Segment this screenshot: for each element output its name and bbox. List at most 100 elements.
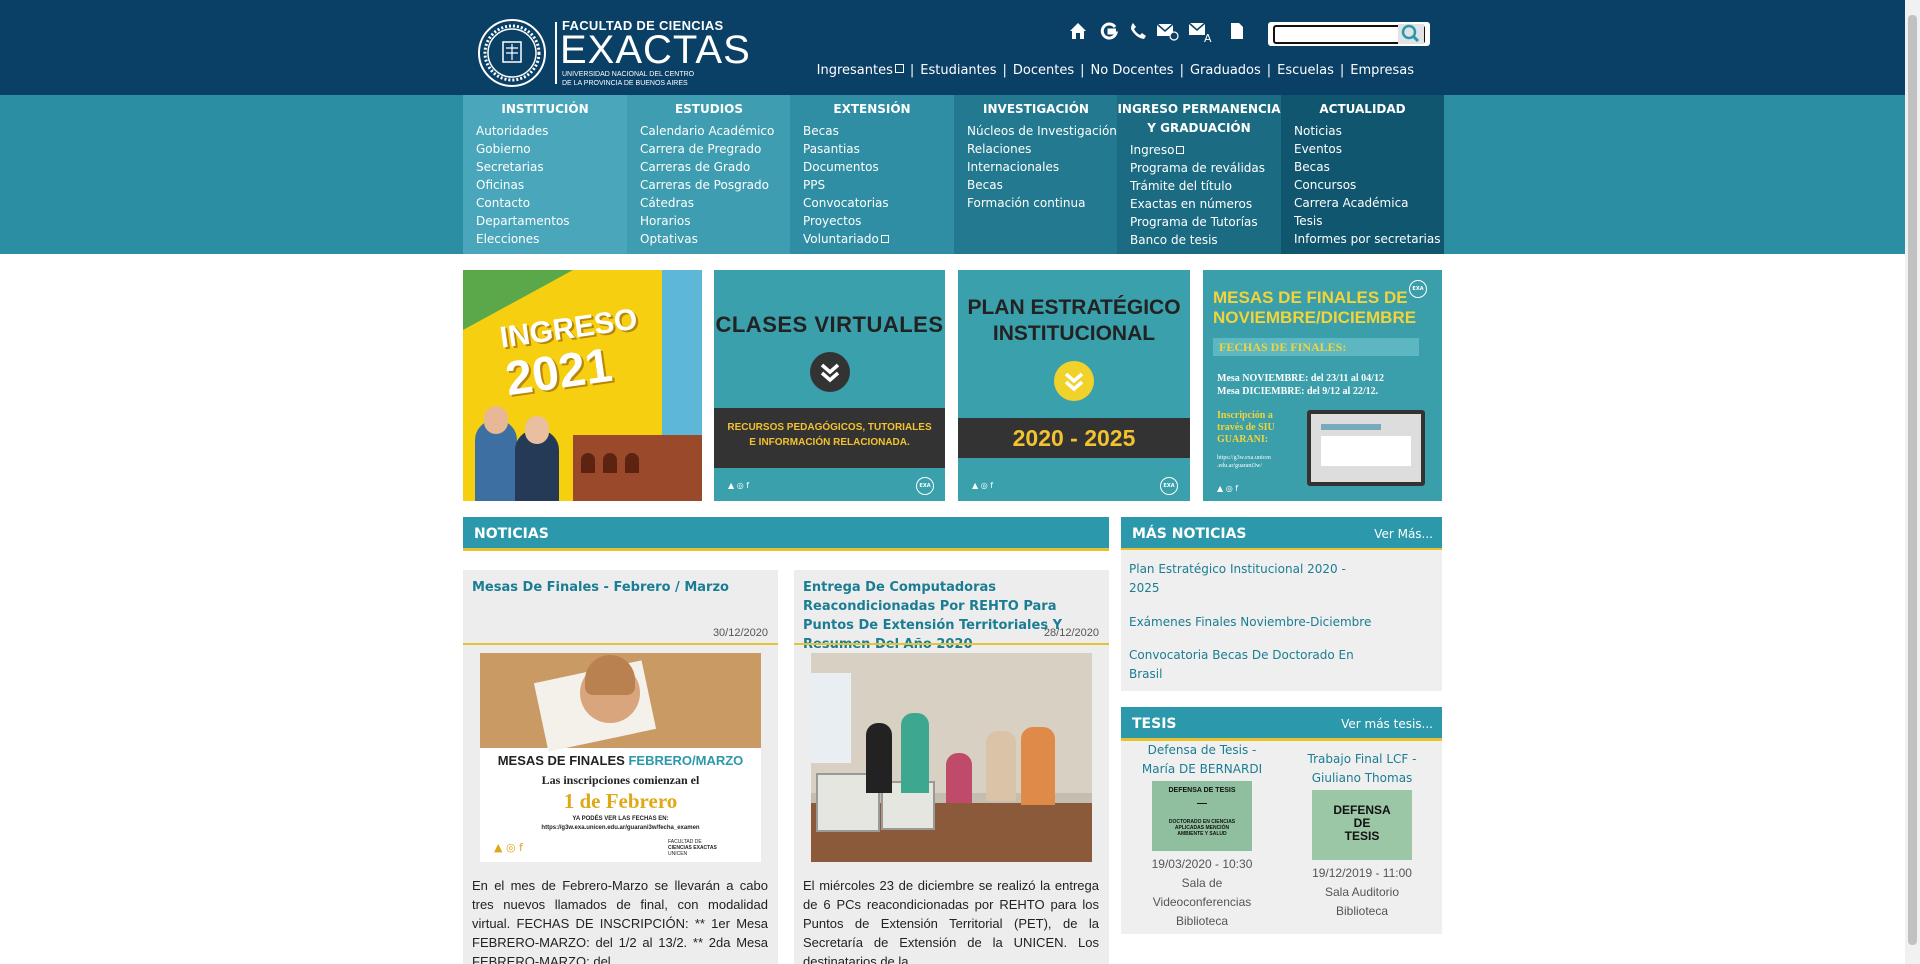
tesis-thumbnail[interactable]: DEFENSA DE TESIS bbox=[1312, 790, 1412, 860]
menu-item-concursos[interactable]: Concursos bbox=[1294, 176, 1444, 194]
menu-item-formacion[interactable]: Formación continua bbox=[967, 194, 1118, 212]
mas-noticias-header: MÁS NOTICIAS Ver Más... bbox=[1121, 517, 1442, 551]
university-seal-icon bbox=[478, 19, 546, 87]
menu-heading-actualidad[interactable]: ACTUALIDAD bbox=[1281, 95, 1444, 119]
menu-item-internacionales[interactable]: Internacionales bbox=[967, 158, 1118, 176]
chevron-down-icon bbox=[810, 352, 850, 392]
image-line3: 1 de Febrero bbox=[563, 789, 678, 813]
mail-a-icon[interactable]: A bbox=[1188, 21, 1212, 45]
nav-no-docentes[interactable]: No Docentes bbox=[1091, 63, 1174, 78]
ver-mas-tesis-link[interactable]: Ver más tesis... bbox=[1341, 717, 1433, 731]
menu-item-pasantias[interactable]: Pasantias bbox=[803, 140, 954, 158]
menu-heading-ingreso-l1: INGRESO PERMANENCIA bbox=[1117, 102, 1281, 116]
logo-line-2: EXACTAS bbox=[560, 28, 751, 72]
tesis-heading: TESIS bbox=[1132, 716, 1177, 732]
menu-item-becas-inv[interactable]: Becas bbox=[967, 176, 1118, 194]
menu-item-tramite[interactable]: Trámite del título bbox=[1130, 177, 1281, 195]
menu-item-oficinas[interactable]: Oficinas bbox=[476, 176, 627, 194]
menu-item-contacto[interactable]: Contacto bbox=[476, 194, 627, 212]
banner-clases-virtuales[interactable]: CLASES VIRTUALES RECURSOS PEDAGÓGICOS, T… bbox=[714, 270, 945, 501]
menu-item-departamentos[interactable]: Departamentos bbox=[476, 212, 627, 230]
menu-item-tesis[interactable]: Tesis bbox=[1294, 212, 1444, 230]
nav-estudiantes[interactable]: Estudiantes bbox=[920, 63, 996, 78]
scrollbar-thumb[interactable] bbox=[1908, 15, 1917, 945]
banner-student-2 bbox=[515, 416, 559, 501]
tesis-thumbnail[interactable]: DEFENSA DE TESIS DOCTORADO EN CIENCIAS A… bbox=[1152, 781, 1252, 851]
news-divider bbox=[463, 643, 778, 645]
banner-student-1 bbox=[475, 406, 517, 501]
menu-item-calendario[interactable]: Calendario Académico bbox=[640, 122, 791, 140]
exa-badge: EXA bbox=[916, 477, 934, 495]
menu-item-carrera-academica[interactable]: Carrera Académica bbox=[1294, 194, 1444, 212]
menu-heading-estudios[interactable]: ESTUDIOS bbox=[627, 95, 791, 119]
menu-item-ingreso[interactable]: Ingreso bbox=[1130, 141, 1281, 159]
menu-item-optativas[interactable]: Optativas bbox=[640, 230, 791, 248]
menu-item-banco-tesis[interactable]: Banco de tesis bbox=[1130, 231, 1281, 249]
banner-plan-title2: INSTITUCIONAL bbox=[992, 322, 1156, 345]
menu-item-catedras[interactable]: Cátedras bbox=[640, 194, 791, 212]
news-date: 30/12/2020 bbox=[712, 627, 768, 639]
tesis-datetime: 19/12/2019 - 11:00 bbox=[1312, 866, 1412, 880]
g-icon[interactable] bbox=[1099, 21, 1121, 43]
nav-empresas[interactable]: Empresas bbox=[1350, 63, 1414, 78]
ver-mas-link[interactable]: Ver Más... bbox=[1374, 527, 1433, 541]
banner-mesas-finales[interactable]: EXA MESAS DE FINALES DE NOVIEMBRE/DICIEM… bbox=[1203, 270, 1442, 501]
menu-item-documentos[interactable]: Documentos bbox=[803, 158, 954, 176]
news-title[interactable]: Mesas De Finales - Febrero / Marzo bbox=[472, 578, 768, 597]
tesis-title[interactable]: Trabajo Final LCF - Giuliano Thomas bbox=[1282, 741, 1442, 788]
menu-item-horarios[interactable]: Horarios bbox=[640, 212, 791, 230]
menu-item-becas-act[interactable]: Becas bbox=[1294, 158, 1444, 176]
banner-building bbox=[573, 435, 702, 501]
menu-item-revalidas[interactable]: Programa de reválidas bbox=[1130, 159, 1281, 177]
nav-docentes[interactable]: Docentes bbox=[1013, 63, 1074, 78]
menu-item-pregrado[interactable]: Carrera de Pregrado bbox=[640, 140, 791, 158]
menu-item-autoridades[interactable]: Autoridades bbox=[476, 122, 627, 140]
banner-mesas-url2: .edu.ar/guarani3w/ bbox=[1217, 463, 1262, 469]
menu-heading-investigacion[interactable]: INVESTIGACIÓN bbox=[954, 95, 1118, 119]
menu-item-grado[interactable]: Carreras de Grado bbox=[640, 158, 791, 176]
mail-d-icon[interactable] bbox=[1156, 21, 1179, 43]
list-item[interactable]: Exámenes Finales Noviembre-Diciembre bbox=[1129, 613, 1429, 632]
menu-item-pps[interactable]: PPS bbox=[803, 176, 954, 194]
list-item[interactable]: Convocatoria Becas De Doctorado En Brasi… bbox=[1129, 646, 1359, 684]
tesis-title[interactable]: Defensa de Tesis - María DE BERNARDI bbox=[1122, 741, 1282, 779]
menu-heading-extension[interactable]: EXTENSIÓN bbox=[790, 95, 954, 119]
home-icon[interactable] bbox=[1068, 21, 1090, 43]
nav-escuelas[interactable]: Escuelas bbox=[1277, 63, 1334, 78]
menu-heading-institucion[interactable]: INSTITUCIÓN bbox=[463, 95, 627, 119]
menu-col-actualidad: ACTUALIDAD Noticias Eventos Becas Concur… bbox=[1281, 95, 1444, 254]
search-button[interactable] bbox=[1398, 24, 1424, 44]
menu-item-nucleos[interactable]: Núcleos de Investigación bbox=[967, 122, 1118, 140]
menu-item-proyectos[interactable]: Proyectos bbox=[803, 212, 954, 230]
photo-person bbox=[866, 723, 892, 793]
banner-plan-estrategico[interactable]: PLAN ESTRATÉGICO INSTITUCIONAL 2020 - 20… bbox=[958, 270, 1190, 501]
phone-icon[interactable] bbox=[1128, 21, 1150, 43]
menu-item-eventos[interactable]: Eventos bbox=[1294, 140, 1444, 158]
menu-item-posgrado[interactable]: Carreras de Posgrado bbox=[640, 176, 791, 194]
mas-noticias-list: Plan Estratégico Institucional 2020 - 20… bbox=[1121, 550, 1442, 691]
menu-item-numeros[interactable]: Exactas en números bbox=[1130, 195, 1281, 213]
document-icon[interactable] bbox=[1229, 21, 1251, 43]
menu-item-secretarias[interactable]: Secretarias bbox=[476, 158, 627, 176]
menu-item-tutorias[interactable]: Programa de Tutorías bbox=[1130, 213, 1281, 231]
menu-item-voluntariado[interactable]: Voluntariado bbox=[803, 230, 954, 248]
list-item[interactable]: Plan Estratégico Institucional 2020 - 20… bbox=[1129, 560, 1359, 598]
menu-item-gobierno[interactable]: Gobierno bbox=[476, 140, 627, 158]
menu-col-extension: EXTENSIÓN Becas Pasantias Documentos PPS… bbox=[790, 95, 954, 254]
menu-item-becas[interactable]: Becas bbox=[803, 122, 954, 140]
nav-ingresantes[interactable]: Ingresantes bbox=[817, 63, 904, 78]
menu-col-estudios: ESTUDIOS Calendario Académico Carrera de… bbox=[627, 95, 791, 254]
menu-item-noticias[interactable]: Noticias bbox=[1294, 122, 1444, 140]
photo-person bbox=[1021, 727, 1055, 805]
social-icons: ▲ ◎ f bbox=[494, 841, 523, 854]
banner-ingreso-2021[interactable]: INGRESO 2021 bbox=[463, 270, 702, 501]
menu-item-elecciones[interactable]: Elecciones bbox=[476, 230, 627, 248]
nav-graduados[interactable]: Graduados bbox=[1190, 63, 1261, 78]
menu-item-relaciones[interactable]: Relaciones bbox=[967, 140, 1118, 158]
menu-item-convocatorias[interactable]: Convocatorias bbox=[803, 194, 954, 212]
news-image[interactable]: MESAS DE FINALES FEBRERO/MARZO Las inscr… bbox=[480, 653, 761, 862]
menu-item-informes[interactable]: Informes por secretarias bbox=[1294, 230, 1444, 248]
faculty-logo[interactable]: FACULTAD DE CIENCIAS EXACTAS UNIVERSIDAD… bbox=[476, 18, 750, 88]
news-image[interactable] bbox=[811, 653, 1092, 862]
menu-heading-ingreso[interactable]: INGRESO PERMANENCIA Y GRADUACIÓN bbox=[1117, 95, 1281, 138]
